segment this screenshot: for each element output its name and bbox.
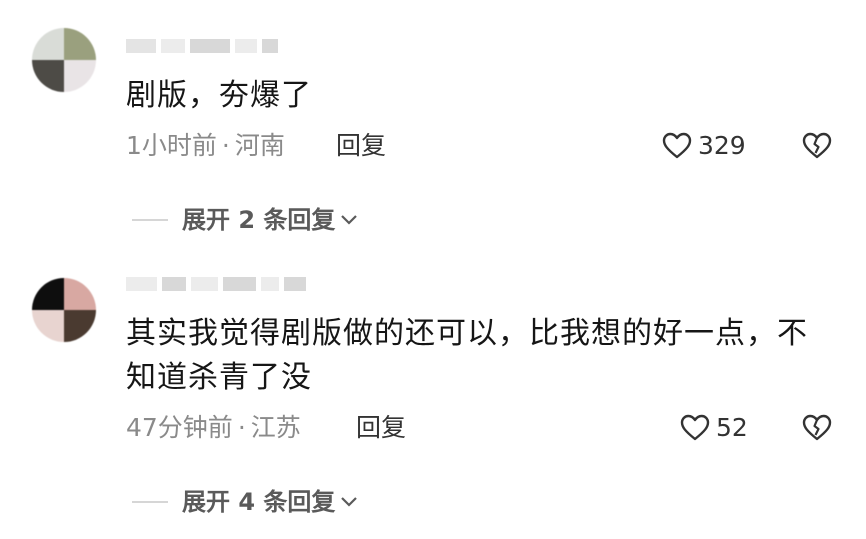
comment-meta: 47分钟前 · 江苏 — [126, 412, 301, 444]
comment-text: 其实我觉得剧版做的还可以，比我想的好一点，不 知道杀青了没 — [126, 316, 808, 395]
like-count: 52 — [716, 413, 748, 442]
expand-replies-label: 展开 4 条回复 — [182, 488, 336, 516]
like-count: 329 — [698, 131, 746, 160]
heart-outline-icon — [662, 132, 692, 159]
chevron-down-icon — [341, 497, 358, 507]
comment-location: 江苏 — [250, 413, 301, 442]
meta-separator: · — [221, 131, 230, 160]
heart-outline-icon — [680, 414, 710, 441]
username[interactable] — [126, 266, 306, 302]
dislike-button[interactable] — [802, 414, 834, 446]
expand-replies-button[interactable]: 展开 4 条回复 — [132, 486, 359, 518]
comment-text: 剧版，夯爆了 — [126, 78, 312, 113]
like-button[interactable]: 52 — [680, 412, 748, 444]
reply-button[interactable]: 回复 — [336, 130, 386, 162]
meta-separator: · — [237, 413, 246, 442]
comment-time: 1小时前 — [126, 131, 217, 160]
broken-heart-icon — [802, 414, 832, 441]
avatar[interactable] — [32, 278, 96, 342]
expand-replies-button[interactable]: 展开 2 条回复 — [132, 204, 359, 236]
comment-item: 其实我觉得剧版做的还可以，比我想的好一点，不 知道杀青了没 47分钟前 · 江苏 回… — [0, 250, 866, 539]
expand-divider — [132, 501, 168, 503]
avatar[interactable] — [32, 28, 96, 92]
username[interactable] — [126, 28, 306, 64]
comment-meta: 1小时前 · 河南 — [126, 130, 285, 162]
comment-location: 河南 — [234, 131, 285, 160]
broken-heart-icon — [802, 132, 832, 159]
chevron-down-icon — [341, 215, 358, 225]
dislike-button[interactable] — [802, 132, 834, 164]
reply-button[interactable]: 回复 — [356, 412, 406, 444]
expand-replies-label: 展开 2 条回复 — [182, 206, 336, 234]
like-button[interactable]: 329 — [662, 130, 746, 162]
comment-time: 47分钟前 — [126, 413, 233, 442]
expand-divider — [132, 219, 168, 221]
comment-item: 剧版，夯爆了 1小时前 · 河南 回复 329 展开 2 条回复 — [0, 0, 866, 250]
